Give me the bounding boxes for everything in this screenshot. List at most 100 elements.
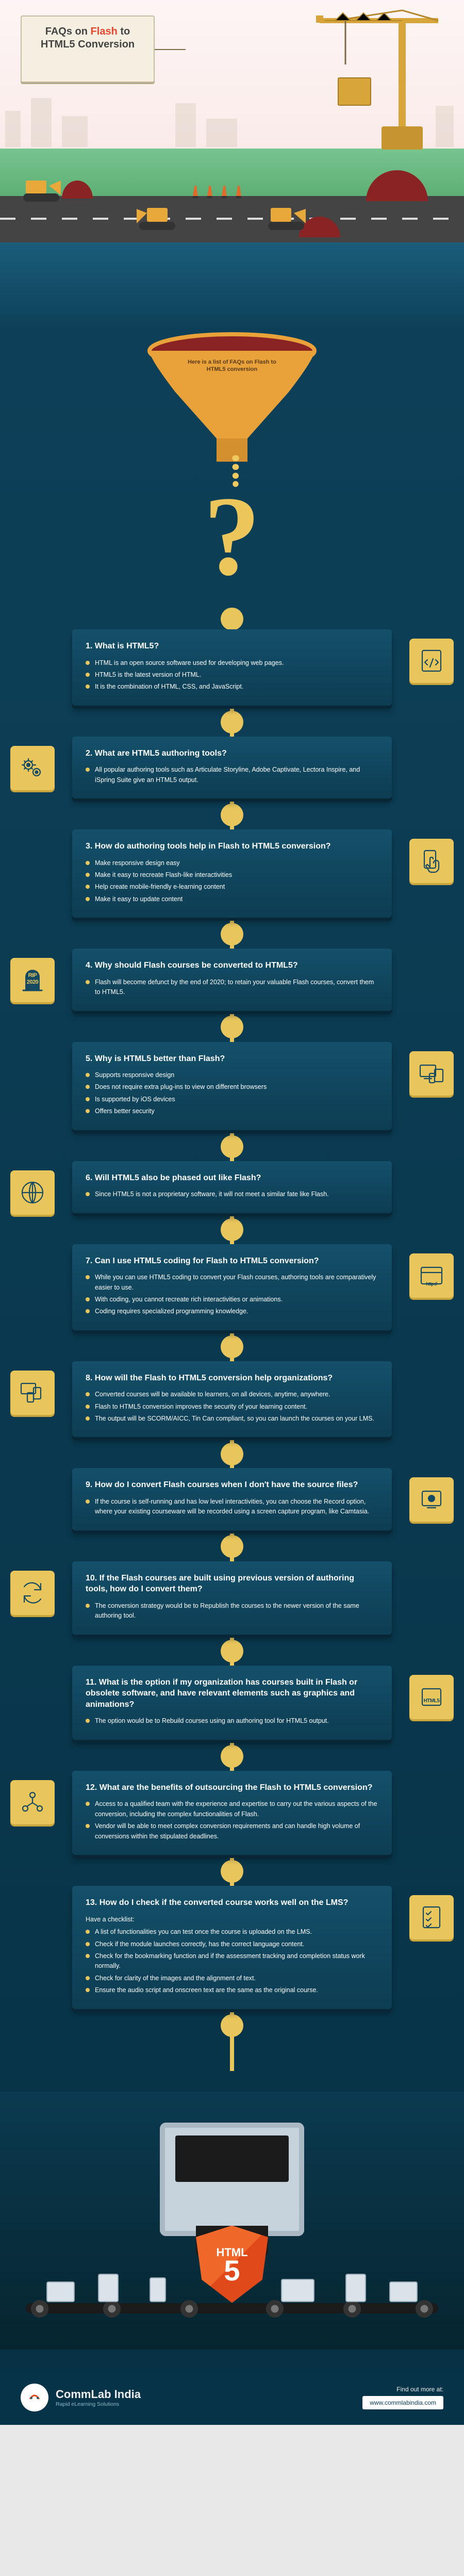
faq-bullet: If the course is self-running and has lo… xyxy=(86,1497,378,1517)
timeline-node xyxy=(221,608,243,630)
title-flash: Flash xyxy=(91,26,118,37)
device-icon xyxy=(345,2274,366,2302)
html5-shield-icon: HTML 5 xyxy=(196,2226,268,2303)
faq-card: 5. Why is HTML5 better than Flash?Suppor… xyxy=(72,1042,392,1130)
faq-card: 2. What are HTML5 authoring tools? All po… xyxy=(72,737,392,798)
gears-icon xyxy=(10,746,55,790)
bulldozer-icon xyxy=(134,204,178,232)
belt-roller xyxy=(343,2300,361,2318)
faq-question: 6. Will HTML5 also be phased out like Fl… xyxy=(86,1172,378,1184)
faq-bullet: Check for clarity of the images and the … xyxy=(86,1974,378,1983)
bulldozer-icon xyxy=(266,204,309,232)
faq-bullets: Converted courses will be available to l… xyxy=(86,1390,378,1424)
timeline-node xyxy=(221,1535,243,1558)
timeline-node xyxy=(221,923,243,945)
faq-bullet: Make it easy to update content xyxy=(86,894,378,904)
title-conv: Conversion xyxy=(75,39,135,50)
faq-bullet: Make responsive design easy xyxy=(86,858,378,868)
road xyxy=(0,196,464,242)
timeline-node xyxy=(221,711,243,733)
faq-bullet: Coding requires specialized programming … xyxy=(86,1307,378,1316)
faq-bullet: It is the combination of HTML, CSS, and … xyxy=(86,682,378,692)
footer-link[interactable]: www.commlabindia.com xyxy=(362,2396,443,2409)
icon-text: HTML5 xyxy=(409,1698,454,1704)
browser-icon: http:// xyxy=(409,1253,454,1298)
faq-question: 4. Why should Flash courses be converted… xyxy=(86,960,378,971)
faq-bullets: A list of functionalities you can test o… xyxy=(86,1927,378,1995)
timeline-node xyxy=(221,1860,243,1883)
faq-bullets: HTML is an open source software used for… xyxy=(86,658,378,692)
record-icon xyxy=(409,1477,454,1522)
shield-number: 5 xyxy=(224,2259,240,2282)
timeline-node xyxy=(221,1016,243,1038)
factory-scene: HTML 5 xyxy=(0,2092,464,2350)
timeline-node xyxy=(221,1218,243,1241)
faq-card: 4. Why should Flash courses be converted… xyxy=(72,949,392,1010)
title-html5: HTML5 xyxy=(41,39,75,50)
timeline-node xyxy=(221,804,243,826)
devices-icon xyxy=(409,1051,454,1096)
faq-bullets: Access to a qualified team with the expe… xyxy=(86,1799,378,1841)
device-icon xyxy=(281,2279,314,2302)
faq-bullet: Flash will become defunct by the end of … xyxy=(86,977,378,998)
question-mark-icon: ? xyxy=(204,485,260,587)
faq-bullet: Offers better security xyxy=(86,1106,378,1116)
device-icon xyxy=(389,2281,418,2302)
faq-bullet: With coding, you cannot recreate rich in… xyxy=(86,1295,378,1305)
faq-bullet: The output will be SCORM/AICC, Tin Can c… xyxy=(86,1414,378,1424)
bulldozer-icon xyxy=(21,175,64,204)
title-post: to xyxy=(118,26,130,37)
faq-question: 11. What is the option if my organizatio… xyxy=(86,1677,378,1710)
touch-icon xyxy=(409,839,454,883)
faq-bullet: Supports responsive design xyxy=(86,1070,378,1080)
traffic-cones xyxy=(191,186,243,198)
faq-bullet: Make it easy to recreate Flash-like inte… xyxy=(86,870,378,880)
faq-card: 7. Can I use HTML5 coding for Flash to H… xyxy=(72,1244,392,1330)
faq-bullet: Converted courses will be available to l… xyxy=(86,1390,378,1399)
faq-card: 9. How do I convert Flash courses when I… xyxy=(72,1468,392,1530)
funnel-caption: Here is a list of FAQs on Flash to HTML5… xyxy=(186,358,278,373)
title-pre: FAQs on xyxy=(45,26,91,37)
faq-card: 13. How do I check if the converted cour… xyxy=(72,1886,392,2009)
factory-machine xyxy=(160,2123,304,2236)
faq-bullet: HTML5 is the latest version of HTML. xyxy=(86,670,378,680)
timeline-node xyxy=(221,1745,243,1768)
html5-box-icon: HTML5 xyxy=(409,1675,454,1719)
debris-pile xyxy=(366,170,428,201)
faq-bullet: Does not require extra plug-ins to view … xyxy=(86,1082,378,1092)
belt-roller xyxy=(103,2300,121,2318)
code-page-icon xyxy=(409,639,454,683)
timeline-node xyxy=(221,2014,243,2037)
multi-device-icon xyxy=(10,1371,55,1415)
faq-bullets: The conversion strategy would be to Repu… xyxy=(86,1601,378,1621)
tombstone-icon: RIP2020 xyxy=(10,958,55,1002)
faq-bullet: While you can use HTML5 coding to conver… xyxy=(86,1273,378,1293)
debris-pile xyxy=(62,181,93,199)
footer-find-label: Find out more at: xyxy=(362,2386,443,2393)
faq-bullets: Since HTML5 is not a proprietary softwar… xyxy=(86,1189,378,1199)
brand-tagline: Rapid eLearning Solutions xyxy=(56,2401,141,2407)
funnel-section: Here is a list of FAQs on Flash to HTML5… xyxy=(0,330,464,619)
belt-roller xyxy=(416,2300,433,2318)
device-icon xyxy=(150,2277,166,2302)
faq-bullets: While you can use HTML5 coding to conver… xyxy=(86,1273,378,1317)
checklist-icon xyxy=(409,1895,454,1939)
faq-card: 6. Will HTML5 also be phased out like Fl… xyxy=(72,1161,392,1213)
brand-name: CommLab India xyxy=(56,2388,141,2401)
faq-bullets: All popular authoring tools such as Arti… xyxy=(86,765,378,785)
faq-question: 9. How do I convert Flash courses when I… xyxy=(86,1479,378,1491)
faq-question: 7. Can I use HTML5 coding for Flash to H… xyxy=(86,1256,378,1267)
faq-subtitle: Have a checklist: xyxy=(86,1915,378,1925)
faq-card: 1. What is HTML5? HTML is an open source … xyxy=(72,629,392,706)
timeline-node xyxy=(221,1443,243,1465)
faq-bullet: The option would be to Rebuild courses u… xyxy=(86,1716,378,1726)
faq-card: 3. How do authoring tools help in Flash … xyxy=(72,829,392,918)
faq-card: 10. If the Flash courses are built using… xyxy=(72,1561,392,1635)
faq-question: 1. What is HTML5? xyxy=(86,641,378,652)
timeline-node xyxy=(221,1135,243,1158)
faq-question: 10. If the Flash courses are built using… xyxy=(86,1573,378,1595)
faq-bullet: Since HTML5 is not a proprietary softwar… xyxy=(86,1189,378,1199)
faq-bullet: HTML is an open source software used for… xyxy=(86,658,378,668)
faq-bullet: The conversion strategy would be to Repu… xyxy=(86,1601,378,1621)
faq-question: 2. What are HTML5 authoring tools? xyxy=(86,748,378,759)
